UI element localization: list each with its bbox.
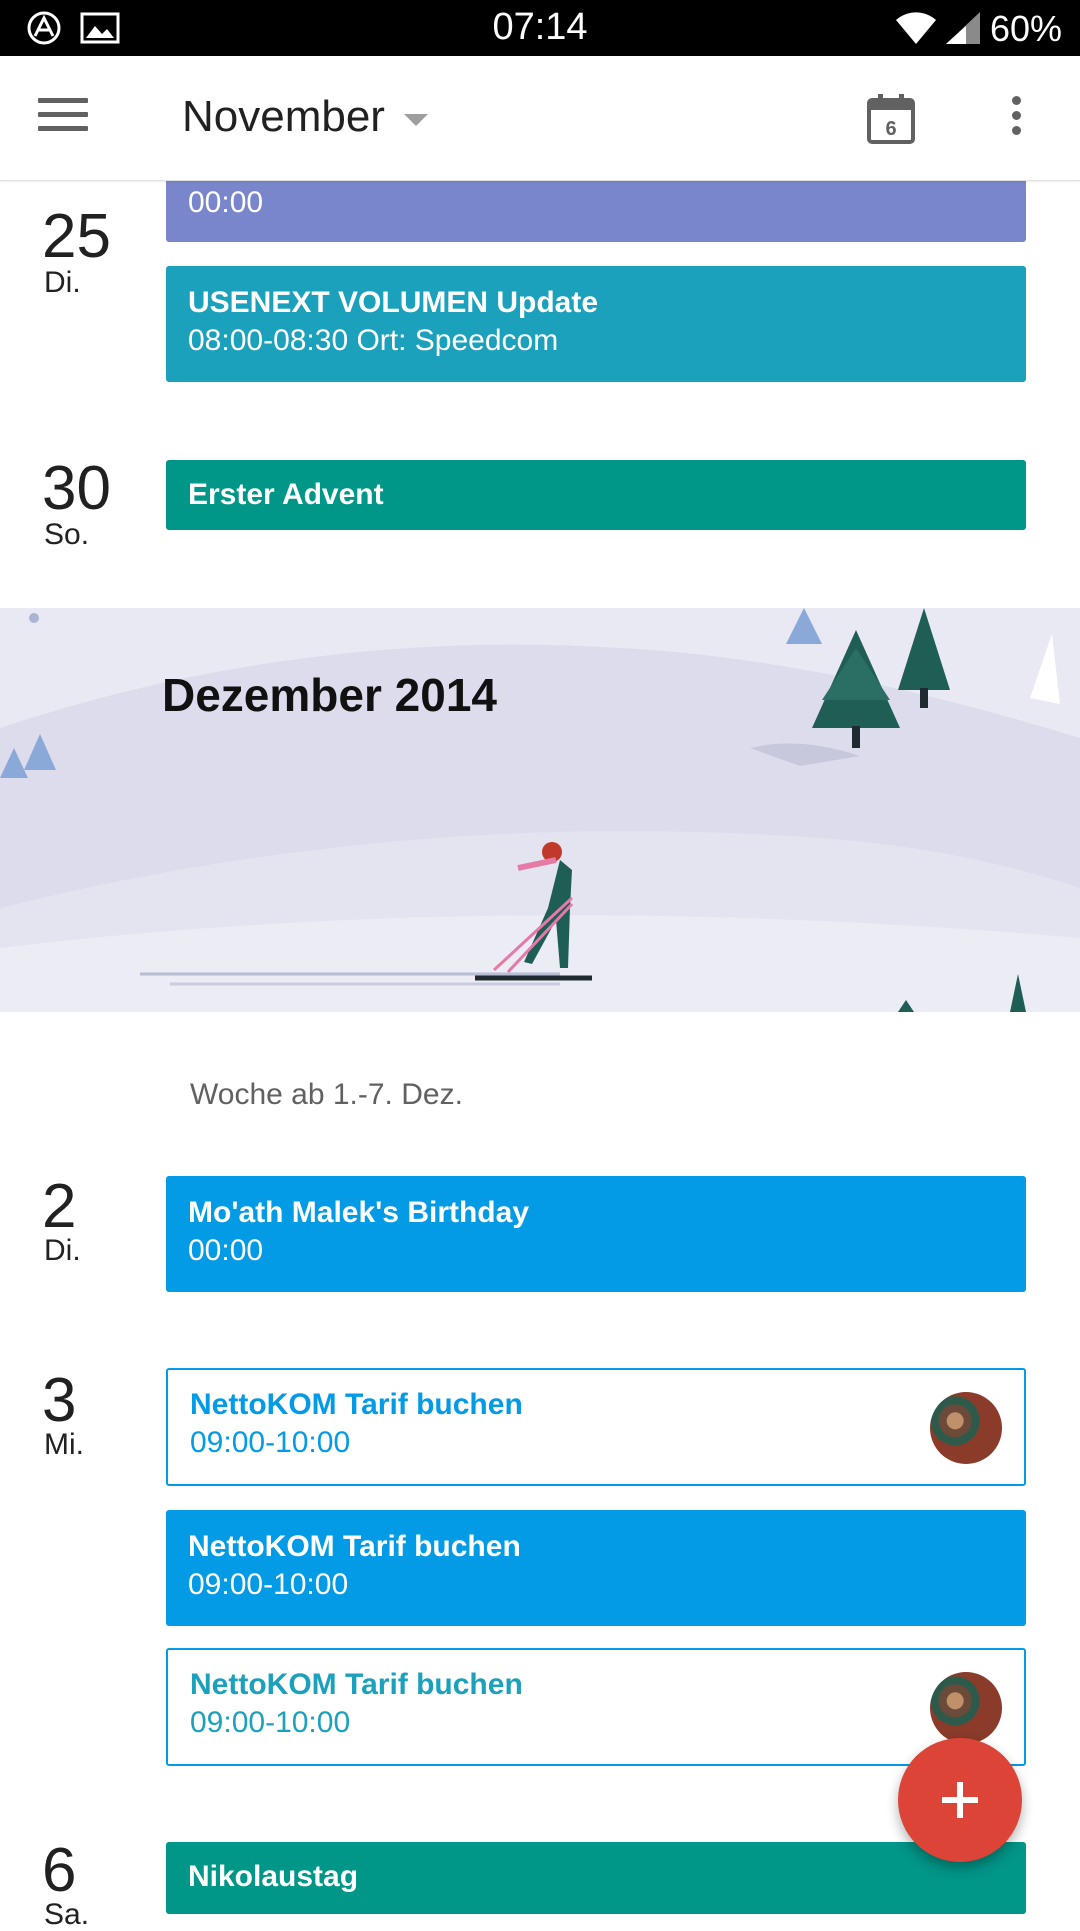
day-number: 3 — [42, 1366, 77, 1435]
event-title: NettoKOM Tarif buchen — [190, 1388, 523, 1421]
event-card[interactable]: Nikolaustag — [166, 1842, 1026, 1914]
event-title: NettoKOM Tarif buchen — [190, 1668, 523, 1701]
event-time: 00:00 — [188, 1234, 264, 1267]
day-number: 6 — [42, 1836, 77, 1905]
event-card[interactable]: USENEXT VOLUMEN Update 08:00-08:30 Ort: … — [166, 266, 1026, 382]
event-card[interactable]: Erster Advent — [166, 460, 1026, 530]
more-vert-icon[interactable] — [1000, 96, 1032, 142]
today-day-number: 6 — [885, 118, 896, 140]
event-time: 09:00-10:00 — [190, 1706, 351, 1739]
day-name: Sa. — [44, 1898, 90, 1931]
day-number: 2 — [42, 1172, 77, 1241]
event-title: Mo'ath Malek's Birthday — [188, 1196, 530, 1229]
status-bar: 07:14 60% — [0, 0, 1080, 56]
app-bar: November 6 — [0, 56, 1080, 181]
event-title: USENEXT VOLUMEN Update — [188, 286, 599, 319]
event-card[interactable]: NettoKOM Tarif buchen 09:00-10:00 — [166, 1510, 1026, 1626]
day-number: 30 — [42, 454, 111, 523]
month-selector[interactable]: November — [182, 92, 385, 142]
event-card[interactable]: Mo'ath Malek's Birthday 00:00 — [166, 1176, 1026, 1292]
week-label: Woche ab 1.-7. Dez. — [190, 1078, 463, 1111]
day-name: Mi. — [44, 1428, 84, 1461]
banner-month-title: Dezember 2014 — [162, 669, 497, 721]
day-name: Di. — [44, 266, 81, 299]
avatar — [930, 1672, 1002, 1744]
day-name: So. — [44, 518, 90, 551]
menu-icon[interactable] — [38, 98, 88, 138]
day-number: 25 — [42, 202, 111, 271]
signal-icon — [946, 12, 980, 44]
add-icon — [942, 1782, 978, 1818]
calendar-today-icon[interactable]: 6 — [866, 92, 916, 144]
event-title: Erster Advent — [188, 478, 384, 511]
event-time: 09:00-10:00 — [190, 1426, 351, 1459]
month-banner: Dezember 2014 — [0, 608, 1080, 1012]
day-name: Di. — [44, 1234, 81, 1267]
event-title: Nikolaustag — [188, 1860, 359, 1893]
add-event-button[interactable] — [898, 1738, 1022, 1862]
event-time: 09:00-10:00 — [188, 1568, 349, 1601]
battery-level: 60% — [989, 8, 1062, 49]
avatar — [930, 1392, 1002, 1464]
wifi-icon — [896, 12, 936, 44]
event-title: NettoKOM Tarif buchen — [188, 1530, 521, 1563]
event-card[interactable]: NettoKOM Tarif buchen 09:00-10:00 — [166, 1368, 1026, 1486]
dropdown-caret-icon[interactable] — [404, 114, 428, 126]
event-time: 08:00-08:30 Ort: Speedcom — [188, 324, 559, 357]
event-time: 00:00 — [188, 186, 264, 219]
event-card[interactable]: NettoKOM Tarif buchen 09:00-10:00 — [166, 1648, 1026, 1766]
